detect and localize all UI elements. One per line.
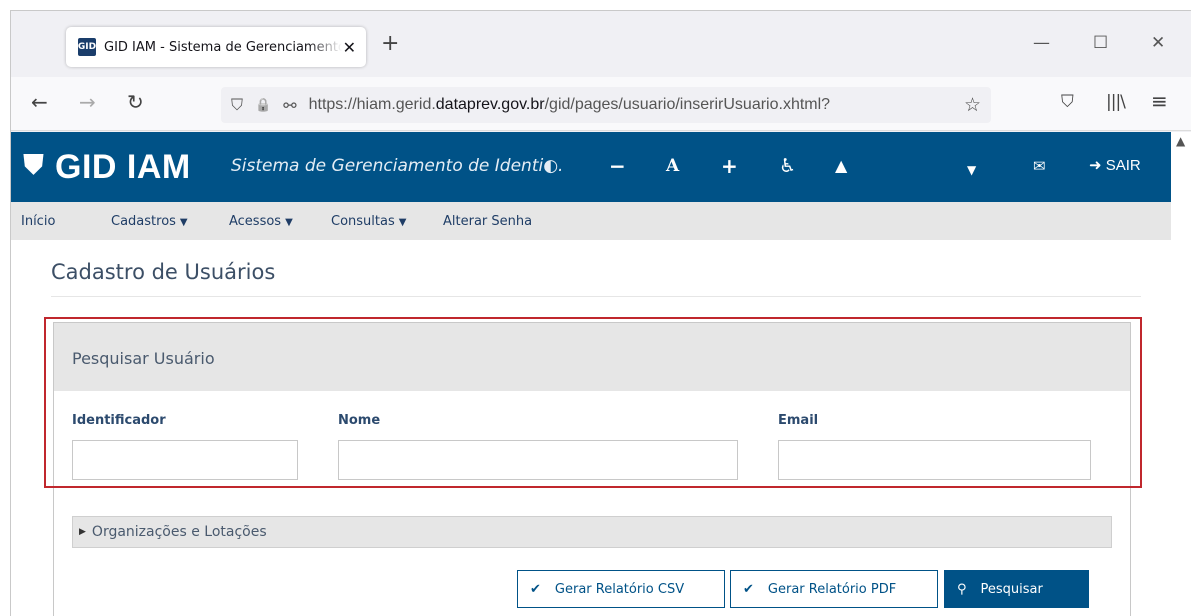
expand-triangle-icon: ▶: [79, 527, 86, 537]
scroll-up-icon[interactable]: ▲: [1176, 134, 1185, 148]
identificador-label: Identificador: [72, 413, 166, 428]
user-menu-caret-icon[interactable]: ▼: [967, 158, 976, 182]
favicon-icon: GID: [78, 38, 96, 56]
search-icon: ⚲: [957, 581, 967, 597]
menu-label: Cadastros: [111, 214, 176, 229]
chevron-down-icon: ▼: [285, 217, 293, 228]
page-viewport: ⛊ GID IAM Sistema de Gerenciamento de Id…: [11, 132, 1171, 616]
menu-item-inicio[interactable]: Início: [21, 214, 55, 229]
app-logo[interactable]: GID IAM: [55, 148, 191, 186]
collapsible-label: Organizações e Lotações: [91, 524, 267, 540]
hamburger-menu-icon[interactable]: ≡: [1151, 89, 1168, 113]
accessibility-icon[interactable]: ♿: [779, 154, 796, 178]
user-icon[interactable]: ▲: [835, 154, 847, 178]
url-domain: dataprev.gov.br: [435, 96, 545, 113]
close-tab-icon[interactable]: ✕: [343, 38, 356, 57]
url-prefix: https://hiam.gerid.: [308, 96, 436, 113]
url-path: /gid/pages/usuario/inserirUsuario.xhtml?: [544, 96, 831, 113]
app-subtitle: Sistema de Gerenciamento de Identi◐...: [231, 156, 561, 176]
browser-tab[interactable]: GID GID IAM - Sistema de Gerenciamento d…: [66, 27, 366, 67]
nav-bar: ← → ↻ ⛉ 🔒 ⚯ https://hiam.gerid.dataprev.…: [11, 77, 1191, 131]
tracking-shield-icon[interactable]: ⛉: [231, 95, 243, 115]
menu-item-acessos[interactable]: Acessos ▼: [229, 214, 293, 229]
logo-shield-icon: ⛊: [23, 148, 45, 181]
identificador-input[interactable]: [72, 440, 298, 480]
pocket-icon[interactable]: ⛉: [1061, 92, 1074, 112]
search-panel-header: Pesquisar Usuário: [54, 323, 1130, 391]
menu-item-alterar-senha[interactable]: Alterar Senha: [443, 214, 532, 229]
gerar-relatorio-pdf-button[interactable]: ✔ Gerar Relatório PDF: [730, 570, 938, 608]
check-icon: ✔: [743, 581, 754, 597]
decrease-font-button[interactable]: −: [609, 154, 626, 178]
nome-input[interactable]: [338, 440, 738, 480]
reset-font-button[interactable]: A: [666, 154, 679, 178]
title-divider: [51, 296, 1141, 297]
logout-label: SAIR: [1105, 157, 1141, 174]
tab-strip: GID GID IAM - Sistema de Gerenciamento d…: [11, 11, 1191, 77]
menu-label: Consultas: [331, 214, 395, 229]
search-panel-title: Pesquisar Usuário: [72, 349, 215, 368]
app-header: ⛊ GID IAM Sistema de Gerenciamento de Id…: [11, 132, 1171, 202]
forward-icon[interactable]: →: [79, 91, 96, 113]
pesquisar-button[interactable]: ⚲ Pesquisar: [944, 570, 1089, 608]
browser-window: GID GID IAM - Sistema de Gerenciamento d…: [10, 10, 1191, 616]
url-text[interactable]: https://hiam.gerid.dataprev.gov.br/gid/p…: [309, 96, 919, 114]
minimize-icon[interactable]: —: [1033, 35, 1050, 52]
check-icon: ✔: [530, 581, 541, 597]
library-icon[interactable]: |||\: [1106, 92, 1126, 112]
organizacoes-lotacoes-toggle[interactable]: ▶ Organizações e Lotações: [72, 516, 1112, 548]
mail-icon[interactable]: ✉: [1033, 154, 1046, 178]
new-tab-icon[interactable]: +: [381, 33, 399, 55]
email-label: Email: [778, 413, 819, 428]
maximize-icon[interactable]: ☐: [1093, 35, 1108, 52]
address-bar[interactable]: ⛉ 🔒 ⚯ https://hiam.gerid.dataprev.gov.br…: [221, 87, 991, 123]
page-scrollbar[interactable]: ▲: [1171, 132, 1191, 616]
increase-font-button[interactable]: +: [721, 154, 738, 178]
close-window-icon[interactable]: ✕: [1151, 35, 1165, 52]
menu-item-cadastros[interactable]: Cadastros ▼: [111, 214, 188, 229]
permissions-icon[interactable]: ⚯: [283, 96, 296, 115]
chevron-down-icon: ▼: [179, 217, 188, 228]
main-menu: Início Cadastros ▼ Acessos ▼ Consultas ▼ Al…: [11, 202, 1171, 240]
gerar-relatorio-csv-button[interactable]: ✔ Gerar Relatório CSV: [517, 570, 725, 608]
logout-icon: ➜: [1089, 157, 1102, 174]
menu-label: Acessos: [229, 214, 282, 229]
back-icon[interactable]: ←: [31, 91, 48, 113]
button-label: Gerar Relatório CSV: [554, 581, 685, 597]
page-title: Cadastro de Usuários: [51, 260, 276, 284]
menu-item-consultas[interactable]: Consultas ▼: [331, 214, 406, 229]
lock-icon[interactable]: 🔒: [255, 98, 271, 113]
chevron-down-icon: ▼: [398, 217, 407, 228]
nome-label: Nome: [338, 413, 381, 428]
reload-icon[interactable]: ↻: [127, 91, 144, 113]
search-panel: Pesquisar Usuário Identificador Nome Ema…: [53, 322, 1131, 616]
button-label: Pesquisar: [980, 581, 1043, 597]
tab-title: GID IAM - Sistema de Gerenciamento de Id…: [104, 39, 342, 55]
bookmark-star-icon[interactable]: ☆: [964, 94, 981, 116]
email-input[interactable]: [778, 440, 1091, 480]
logout-button[interactable]: ➜ SAIR: [1089, 156, 1141, 174]
button-label: Gerar Relatório PDF: [767, 581, 897, 597]
